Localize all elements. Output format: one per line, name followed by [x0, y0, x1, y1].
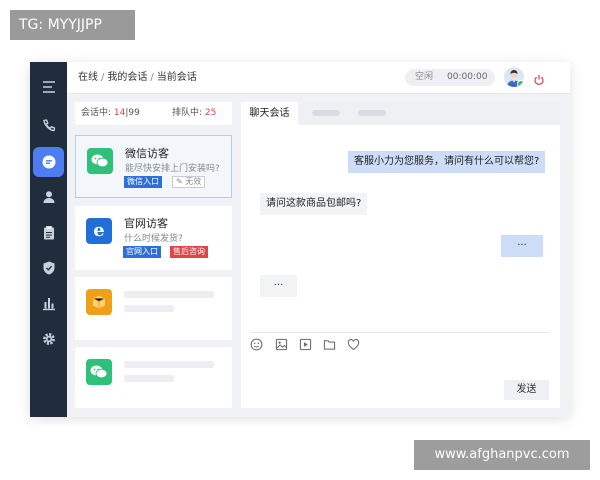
folder-icon[interactable] [323, 338, 336, 351]
wechat-icon [86, 359, 112, 385]
phone-icon [42, 119, 55, 132]
breadcrumb-separator: / [101, 72, 105, 83]
placeholder-line [124, 291, 214, 298]
top-bar: 在线 / 我的会话 / 当前会话 空闲 00:00:00 [67, 62, 570, 94]
menu-icon [42, 81, 55, 93]
tag-channel: 微信入口 [124, 176, 162, 188]
chat-icon [42, 155, 55, 169]
agent-status-pill[interactable]: 空闲 00:00:00 [405, 69, 495, 86]
heart-icon[interactable] [347, 338, 360, 351]
tab-placeholder[interactable] [358, 110, 386, 116]
emoji-icon[interactable] [250, 338, 263, 351]
sidebar-menu-button[interactable] [33, 72, 64, 102]
user-icon [43, 191, 54, 203]
message-visitor: 请问这款商品包邮吗? [260, 193, 368, 215]
online-status-dot [517, 80, 524, 87]
agent-avatar[interactable] [504, 67, 524, 87]
session-card-placeholder[interactable] [75, 277, 232, 340]
breadcrumb-item-current-session: 当前会话 [156, 72, 197, 83]
message-agent-typing: ··· [501, 235, 543, 257]
placeholder-line [124, 361, 214, 368]
tag-status[interactable]: ✎ 无效 [172, 176, 206, 188]
queue-count-value: 25 [204, 108, 217, 118]
chat-tabs: 聊天会话 [241, 102, 560, 125]
sidebar-item-statistics[interactable] [33, 288, 64, 318]
tag-category: 售后咨询 [170, 246, 208, 258]
current-count: 14 [113, 108, 126, 118]
sidebar [30, 62, 67, 417]
session-title: 官网访客 [124, 217, 168, 230]
video-icon[interactable] [299, 338, 312, 351]
queue-label: 排队中: [172, 108, 203, 118]
image-icon[interactable] [275, 338, 288, 351]
session-title: 微信访客 [125, 147, 169, 160]
shield-icon [43, 261, 54, 275]
sidebar-item-contacts[interactable] [33, 182, 64, 212]
package-icon [86, 289, 112, 315]
power-icon [534, 75, 544, 86]
breadcrumb: 在线 / 我的会话 / 当前会话 [78, 62, 197, 94]
sidebar-item-security[interactable] [33, 253, 64, 283]
watermark-top-left: TG: MYYJJPP [10, 10, 135, 40]
bar-chart-icon [42, 298, 55, 311]
breadcrumb-item-online[interactable]: 在线 [78, 72, 98, 83]
max-count: 99 [128, 108, 140, 118]
session-card-website-visitor[interactable]: e 官网访客 什么时候发货? 官网入口 售后咨询 [75, 206, 232, 270]
sidebar-item-phone[interactable] [33, 111, 64, 141]
tab-placeholder[interactable] [312, 110, 340, 116]
app-window: 在线 / 我的会话 / 当前会话 空闲 00:00:00 会话中: 14|99 排队中:… [30, 62, 570, 417]
current-label: 会话中: [81, 108, 112, 118]
current-session-count: 会话中: 14|99 [81, 102, 140, 125]
sidebar-item-records[interactable] [33, 218, 64, 248]
session-last-message: 能尽快安排上门安装吗? [125, 164, 220, 174]
session-last-message: 什么时候发货? [124, 234, 183, 244]
message-agent: 客服小力为您服务，请问有什么可以帮您? [348, 151, 546, 173]
status-timer: 00:00:00 [447, 72, 488, 82]
queue-count: 排队中: 25 [172, 102, 216, 125]
sidebar-item-chat[interactable] [33, 147, 64, 177]
send-button[interactable]: 发送 [504, 380, 549, 400]
message-visitor-typing: ··· [260, 275, 297, 297]
ie-browser-icon: e [86, 218, 112, 244]
tag-channel: 官网入口 [123, 246, 161, 258]
placeholder-line [124, 305, 174, 312]
placeholder-line [124, 375, 174, 382]
sidebar-item-settings[interactable] [33, 324, 64, 354]
composer-divider [250, 332, 550, 333]
watermark-bottom-right: www.afghanpvc.com [414, 440, 590, 470]
session-list-panel: 会话中: 14|99 排队中: 25 微信访客 能尽快安排上门安装吗? 微信入口… [75, 102, 232, 408]
session-count-bar: 会话中: 14|99 排队中: 25 [75, 102, 232, 125]
clipboard-icon [43, 226, 54, 240]
breadcrumb-separator: / [150, 72, 154, 83]
settings-icon [42, 333, 55, 345]
breadcrumb-item-my-sessions[interactable]: 我的会话 [107, 72, 147, 83]
wechat-icon [87, 148, 113, 174]
tab-chat-session[interactable]: 聊天会话 [241, 102, 298, 125]
session-card-placeholder[interactable] [75, 347, 232, 408]
session-card-wechat-visitor[interactable]: 微信访客 能尽快安排上门安装吗? 微信入口 ✎ 无效 [75, 135, 232, 198]
tag-status-label: 无效 [185, 177, 202, 186]
status-label: 空闲 [415, 72, 434, 82]
chat-panel: 聊天会话 客服小力为您服务，请问有什么可以帮您? 请问这款商品包邮吗? ··· … [241, 102, 560, 408]
composer-toolbar [250, 338, 550, 354]
logout-button[interactable] [533, 71, 545, 86]
